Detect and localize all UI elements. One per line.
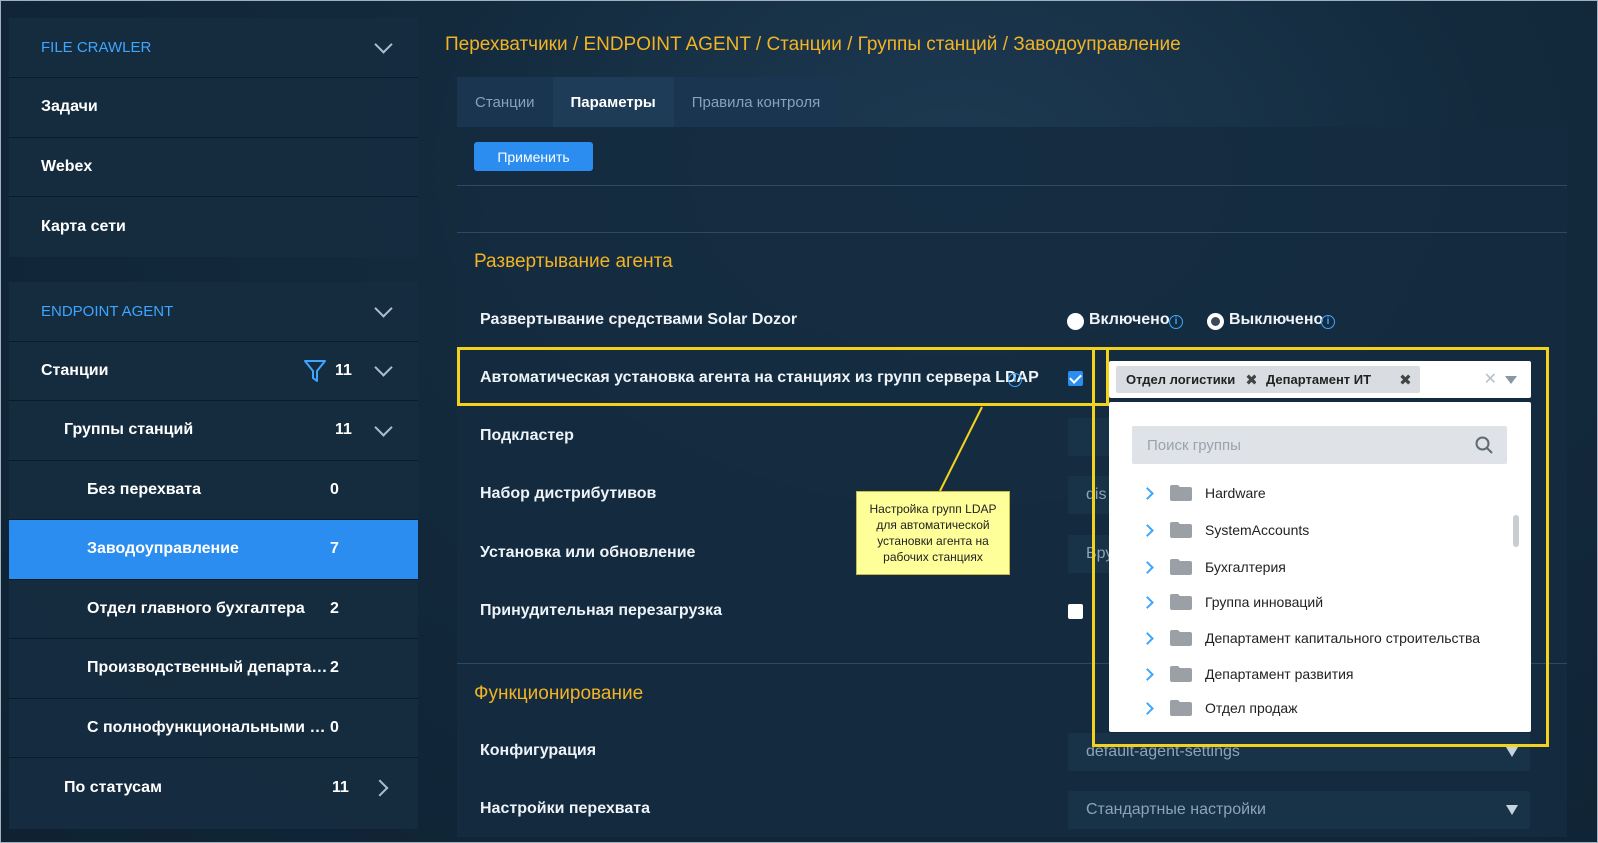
- chevron-down-icon[interactable]: [374, 298, 393, 318]
- force-reboot-checkbox[interactable]: [1068, 604, 1083, 619]
- sidebar-item-by-status[interactable]: По статусам 11: [9, 758, 418, 818]
- sidebar-item-station-groups[interactable]: Группы станций 11: [9, 401, 418, 461]
- sidebar-item-label: Производственный департам...: [87, 659, 330, 677]
- subcluster-label: Подкластер: [480, 427, 574, 444]
- sidebar-item-label: Заводоуправление: [87, 540, 239, 558]
- intercept-settings-value: Стандартные настройки: [1086, 801, 1266, 818]
- sidebar-item-group[interactable]: С полнофункциональными Еп... 0: [9, 699, 418, 758]
- sidebar-item-label: Карта сети: [41, 217, 126, 235]
- section-title-functioning: Функционирование: [474, 683, 644, 704]
- force-reboot-label: Принудительная перезагрузка: [480, 602, 722, 619]
- filter-icon[interactable]: [303, 358, 327, 384]
- install-update-label: Установка или обновление: [480, 544, 696, 561]
- triangle-down-icon: [1506, 747, 1518, 757]
- radio-enabled-label: Включено: [1089, 311, 1170, 328]
- sidebar-item-stations[interactable]: Станции 11: [9, 342, 418, 401]
- tab-stations[interactable]: Станции: [457, 77, 553, 127]
- file-crawler-header[interactable]: FILE CRAWLER: [9, 18, 418, 78]
- count-badge: 11: [332, 778, 349, 796]
- sidebar-item-network-map[interactable]: Карта сети: [9, 197, 418, 257]
- apply-button[interactable]: Применить: [474, 142, 593, 171]
- radio-disabled[interactable]: [1207, 313, 1224, 330]
- divider: [457, 185, 1567, 186]
- endpoint-agent-title: ENDPOINT AGENT: [41, 302, 174, 320]
- sidebar-item-label: Без перехвата: [87, 480, 201, 498]
- count-badge: 11: [335, 361, 352, 379]
- count-badge: 11: [335, 421, 352, 439]
- sidebar-item-label: Webex: [41, 157, 93, 175]
- sidebar-item-group-active[interactable]: Заводоуправление 7: [9, 520, 418, 580]
- radio-disabled-label: Выключено: [1229, 311, 1324, 328]
- sidebar: FILE CRAWLER Задачи Webex Карта сети END…: [9, 18, 418, 843]
- endpoint-agent-header[interactable]: ENDPOINT AGENT: [9, 282, 418, 342]
- info-icon[interactable]: i: [1169, 315, 1183, 329]
- sidebar-item-label: Отдел главного бухгалтера: [87, 599, 305, 617]
- highlight-frame-row: [457, 347, 1109, 406]
- sidebar-item-label: Станции: [41, 361, 109, 379]
- sidebar-item-group[interactable]: Отдел главного бухгалтера 2: [9, 580, 418, 639]
- sidebar-item-group[interactable]: Производственный департам... 2: [9, 639, 418, 699]
- chevron-down-icon[interactable]: [374, 418, 393, 437]
- triangle-down-icon: [1506, 805, 1518, 815]
- endpoint-agent-panel: ENDPOINT AGENT Станции 11 Группы станций…: [9, 281, 418, 829]
- chevron-down-icon[interactable]: [374, 358, 393, 377]
- configuration-label: Конфигурация: [480, 742, 597, 759]
- tab-control-rules[interactable]: Правила контроля: [673, 77, 839, 127]
- file-crawler-panel: FILE CRAWLER Задачи Webex Карта сети: [9, 18, 418, 257]
- sidebar-item-label: По статусам: [64, 778, 162, 796]
- count-badge: 2: [330, 599, 339, 617]
- sidebar-item-label: Задачи: [41, 98, 98, 116]
- chevron-right-icon[interactable]: [371, 779, 389, 797]
- tab-parameters[interactable]: Параметры: [552, 77, 674, 127]
- intercept-settings-label: Настройки перехвата: [480, 800, 651, 817]
- solar-deploy-label: Развертывание средствами Solar Dozor: [480, 311, 798, 328]
- highlight-frame-dropdown: [1092, 347, 1549, 747]
- divider: [457, 232, 1567, 233]
- distrib-set-label: Набор дистрибутивов: [480, 485, 657, 502]
- tab-bar: Станции Параметры Правила контроля: [457, 77, 839, 127]
- sidebar-item-group[interactable]: Без перехвата 0: [9, 461, 418, 520]
- callout-note: Настройка групп LDAP для автоматической …: [856, 491, 1010, 575]
- sidebar-item-webex[interactable]: Webex: [9, 138, 418, 197]
- breadcrumb[interactable]: Перехватчики / ENDPOINT AGENT / Станции …: [445, 34, 1181, 56]
- intercept-settings-select[interactable]: Стандартные настройки: [1068, 791, 1530, 829]
- sidebar-item-label: Группы станций: [64, 421, 194, 439]
- count-badge: 0: [330, 480, 339, 498]
- radio-enabled[interactable]: [1067, 313, 1084, 330]
- sidebar-item-label: С полнофункциональными Еп...: [87, 718, 330, 736]
- chevron-down-icon[interactable]: [374, 35, 393, 54]
- file-crawler-title: FILE CRAWLER: [41, 39, 152, 56]
- count-badge: 2: [330, 659, 339, 677]
- info-icon[interactable]: i: [1321, 315, 1335, 329]
- count-badge: 7: [330, 540, 339, 558]
- section-title-deploy: Развертывание агента: [474, 251, 673, 272]
- sidebar-item-tasks[interactable]: Задачи: [9, 78, 418, 138]
- count-badge: 0: [330, 718, 339, 736]
